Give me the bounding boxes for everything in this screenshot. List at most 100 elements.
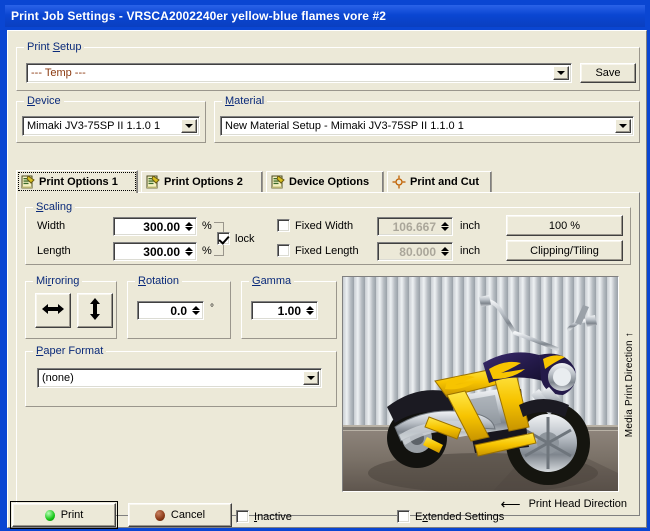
print-preview[interactable]: [342, 276, 619, 492]
spin-down-icon[interactable]: [185, 227, 193, 231]
document-options-icon: [146, 175, 160, 189]
tab-print-options-1[interactable]: Print Options 1: [16, 170, 138, 193]
rotation-spinner[interactable]: 0.0: [137, 301, 204, 320]
length-spin-buttons[interactable]: [183, 243, 194, 260]
extended-settings-checkbox-box[interactable]: [397, 510, 410, 523]
spin-up-icon[interactable]: [306, 306, 314, 310]
tab-label: Device Options: [289, 176, 369, 188]
paper-format-dropdown-button[interactable]: [303, 371, 319, 385]
tab-device-options[interactable]: Device Options: [266, 171, 384, 192]
width-unit: %: [202, 220, 212, 232]
label-part: aterial: [234, 95, 264, 107]
device-dropdown-button[interactable]: [181, 119, 197, 133]
tab-print-options-2[interactable]: Print Options 2: [141, 171, 263, 192]
fixed-width-checkbox[interactable]: Fixed Width: [277, 219, 353, 232]
up-arrow-icon: ↑: [624, 332, 635, 337]
gamma-spinner[interactable]: 1.00: [251, 301, 318, 320]
tab-print-and-cut[interactable]: Print and Cut: [387, 171, 492, 192]
tab-label: Print Options 2: [164, 176, 243, 188]
mirror-horizontal-button[interactable]: [35, 293, 71, 328]
fixed-width-spin-buttons[interactable]: [439, 218, 450, 235]
spin-down-icon[interactable]: [185, 252, 193, 256]
width-spin-buttons[interactable]: [183, 218, 194, 235]
label-part: etup: [60, 41, 81, 53]
material-group-label: Material: [222, 95, 267, 107]
spin-down-icon[interactable]: [441, 252, 449, 256]
label-part: roring: [51, 275, 79, 287]
inactive-label: Inactive: [254, 511, 292, 523]
length-scale-spinner[interactable]: 300.00: [113, 242, 197, 261]
dialog-client-area: Print Setup --- Temp --- Save Device Mim…: [7, 30, 647, 528]
spin-down-icon[interactable]: [192, 311, 200, 315]
fixed-length-spin-buttons[interactable]: [439, 243, 450, 260]
fixed-width-label: Fixed Width: [295, 220, 353, 232]
save-button[interactable]: Save: [580, 63, 636, 83]
fixed-width-spinner[interactable]: 106.667: [377, 217, 453, 236]
inactive-checkbox[interactable]: Inactive: [236, 510, 292, 523]
tab-strip: Print Options 1 Print Options 2: [16, 171, 640, 193]
spin-up-icon[interactable]: [185, 222, 193, 226]
spin-up-icon[interactable]: [441, 222, 449, 226]
print-job-settings-window: Print Job Settings - VRSCA2002240er yell…: [0, 0, 650, 531]
inactive-checkbox-box[interactable]: [236, 510, 249, 523]
print-setup-dropdown-button[interactable]: [553, 66, 569, 80]
material-dropdown-button[interactable]: [615, 119, 631, 133]
label-part: Print: [27, 41, 53, 53]
width-scale-spinner[interactable]: 300.00: [113, 217, 197, 236]
cancel-button[interactable]: Cancel: [128, 503, 232, 527]
window-titlebar: Print Job Settings - VRSCA2002240er yell…: [5, 5, 645, 27]
extended-settings-label: Extended Settings: [415, 511, 504, 523]
chevron-down-icon: [619, 124, 627, 128]
spin-down-icon[interactable]: [306, 311, 314, 315]
green-dot-icon: [45, 510, 55, 521]
print-button[interactable]: Print: [12, 503, 116, 527]
spin-up-icon[interactable]: [185, 247, 193, 251]
print-setup-group-label: Print Setup: [24, 41, 84, 53]
clipping-tiling-button[interactable]: Clipping/Tiling: [506, 240, 623, 261]
scaling-group-label: Scaling: [33, 201, 75, 213]
tab-label: Print and Cut: [410, 176, 479, 188]
length-label: Length: [37, 245, 71, 257]
fixed-length-spinner[interactable]: 80.000: [377, 242, 453, 261]
material-value: New Material Setup - Mimaki JV3-75SP II …: [221, 120, 615, 132]
label-accel: S: [53, 41, 60, 53]
label-accel: G: [252, 275, 261, 287]
mirror-vertical-icon: [88, 296, 102, 325]
fixed-width-unit: inch: [460, 220, 480, 232]
fixed-length-checkbox-box[interactable]: [277, 244, 290, 257]
mirroring-group-label: Mirroring: [33, 275, 82, 287]
rotation-group-label: Rotation: [135, 275, 182, 287]
lock-checkbox-box[interactable]: [217, 232, 230, 245]
lock-checkbox[interactable]: lock: [217, 232, 255, 245]
width-label: Width: [37, 220, 65, 232]
gamma-group-label: Gamma: [249, 275, 294, 287]
gamma-spin-buttons[interactable]: [304, 302, 315, 319]
mirror-vertical-button[interactable]: [77, 293, 113, 328]
reset-scale-100-button[interactable]: 100 %: [506, 215, 623, 236]
spin-up-icon[interactable]: [441, 247, 449, 251]
spin-up-icon[interactable]: [192, 306, 200, 310]
device-combo[interactable]: Mimaki JV3-75SP II 1.1.0 1: [22, 116, 200, 136]
length-unit: %: [202, 245, 212, 257]
print-setup-combo[interactable]: --- Temp ---: [26, 63, 572, 83]
tab-label: Print Options 1: [39, 176, 118, 188]
rotation-unit: °: [210, 303, 214, 314]
fixed-length-value: 80.000: [378, 245, 439, 259]
label-part: amma: [261, 275, 292, 287]
material-combo[interactable]: New Material Setup - Mimaki JV3-75SP II …: [220, 116, 634, 136]
print-options-1-page: Scaling Width 300.00 % Length 300.00: [16, 192, 640, 516]
cancel-button-label: Cancel: [171, 509, 205, 521]
paper-format-combo[interactable]: (none): [37, 368, 322, 388]
paper-format-group-label: Paper Format: [33, 345, 106, 357]
rotation-spin-buttons[interactable]: [190, 302, 201, 319]
dialog-footer: Print Cancel Inactive Extended Settings: [7, 500, 647, 530]
chevron-down-icon: [557, 71, 565, 75]
fixed-length-checkbox[interactable]: Fixed Length: [277, 244, 359, 257]
red-dot-icon: [155, 510, 165, 521]
extended-settings-checkbox[interactable]: Extended Settings: [397, 510, 504, 523]
label-accel: M: [225, 95, 234, 107]
fixed-width-checkbox-box[interactable]: [277, 219, 290, 232]
label-part: Mi: [36, 275, 48, 287]
spin-down-icon[interactable]: [441, 227, 449, 231]
media-print-direction-label: Media Print Direction ↑: [621, 278, 637, 492]
